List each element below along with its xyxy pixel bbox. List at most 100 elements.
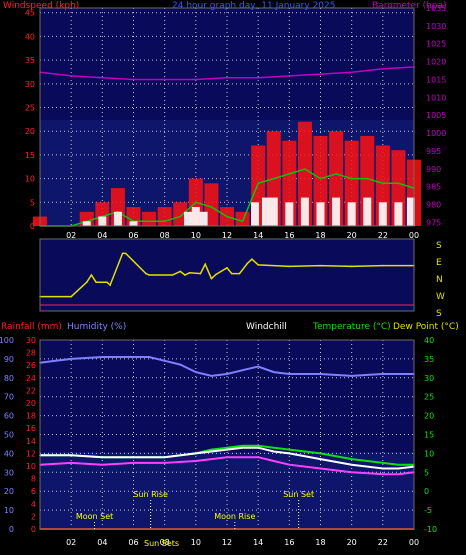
windspeed-tick-label: 5	[30, 198, 35, 207]
barometer-tick-label: 1015	[426, 75, 446, 84]
barometer-tick-label: 1000	[426, 129, 446, 138]
temperature-series-point	[288, 452, 291, 455]
temperature-series-point	[382, 467, 384, 470]
barometer-tick-label: 975	[426, 218, 441, 227]
temperature-series-point	[195, 460, 197, 462]
barometer-tick-label: 985	[426, 183, 441, 192]
weather-graph-svg: 02 04 06 08 10 12 14 16 18 20 22 000510152025303540…	[0, 1, 459, 548]
barometer-tick-label: 1030	[426, 22, 446, 31]
temperature-series-point	[397, 473, 400, 475]
temperature-series-point	[226, 456, 228, 458]
temperature-series-point	[350, 458, 353, 460]
temperature-series-point	[257, 445, 259, 447]
temperature-tick-label: -5	[424, 506, 432, 515]
wind-direction-point	[382, 264, 384, 267]
temperature-series-point	[101, 356, 104, 358]
wind-series-point	[226, 215, 228, 218]
rainfall-tick-label: 28	[26, 349, 36, 358]
annotation-label: Sun Set	[283, 490, 314, 499]
temperature-series-point	[195, 371, 197, 373]
wind-direction-point	[70, 295, 72, 298]
wind-series-point	[257, 76, 259, 79]
humidity-tick-label: 50	[4, 431, 14, 440]
temperature-series-point	[101, 456, 104, 458]
annotation-label: Moon Rise	[214, 512, 255, 521]
humidity-tick-label: 20	[4, 487, 14, 496]
wind-series-point	[366, 177, 369, 180]
temperature-series-point	[70, 454, 72, 457]
temperature-series-point	[257, 365, 259, 368]
annotation-label: Moon Set	[76, 512, 113, 521]
temperature-axis-label: Temperature (°C)	[312, 322, 391, 332]
temperature-x-tick-label: 16	[284, 538, 294, 547]
wind-direction-point	[215, 273, 217, 276]
wind-series-point	[132, 78, 135, 81]
wind-direction-point	[319, 264, 322, 267]
annotation-label: Sun Sets	[144, 539, 179, 548]
wind-speed-bar	[269, 197, 278, 226]
temperature-series-point	[101, 463, 104, 466]
wind-speed-bar	[82, 221, 91, 226]
temperature-x-tick-label: 18	[315, 538, 325, 547]
rainfall-tick-label: 24	[26, 374, 36, 383]
wind-series-point	[195, 201, 197, 204]
wind-series-point	[382, 182, 384, 185]
temperature-series-point	[272, 460, 275, 462]
temperature-series-point	[132, 462, 135, 464]
wind-speed-bar	[184, 211, 193, 226]
rainfall-tick-label: 10	[26, 462, 36, 471]
wind-series-point	[272, 177, 275, 180]
temperature-series-point	[272, 371, 275, 373]
direction-compass-labels: SENWS	[436, 241, 445, 319]
temperature-series-point	[350, 463, 353, 466]
temperature-series-point	[350, 471, 353, 474]
temperature-series-point	[241, 369, 244, 372]
annotation-label: Sun Rise	[133, 490, 168, 499]
wind-direction-point	[288, 265, 291, 268]
rainfall-tick-label: 26	[26, 361, 36, 370]
temperature-tick-label: 20	[424, 412, 434, 421]
humidity-tick-label: 90	[4, 355, 14, 364]
temperature-series-point	[148, 356, 150, 358]
rainfall-tick-label: 8	[31, 475, 36, 484]
wind-chart-title: 24 hour graph day, 11 January 2025	[172, 1, 335, 11]
windspeed-tick-label: 30	[25, 80, 35, 89]
wind-series-point	[101, 76, 104, 79]
temperature-series-point	[382, 473, 384, 475]
wind-speed-bar	[347, 202, 356, 226]
wind-series-point	[257, 182, 259, 185]
wind-speed-bar	[378, 202, 387, 226]
windspeed-axis-label: Windspeed (kph)	[3, 1, 79, 11]
windspeed-tick-label: 15	[25, 151, 35, 160]
wind-series-point	[382, 67, 384, 70]
wind-speed-bar	[316, 202, 325, 226]
barometer-tick-label: 1010	[426, 93, 446, 102]
humidity-tick-label: 60	[4, 412, 14, 421]
wind-direction-point	[148, 274, 150, 276]
temperature-series-point	[163, 462, 166, 464]
temperature-series-point	[132, 456, 135, 458]
wind-speed-bar	[261, 197, 270, 226]
wind-direction-point	[188, 272, 191, 274]
wind-speed-bar	[98, 216, 107, 226]
temperature-tick-label: 15	[424, 431, 434, 440]
temperature-x-tick-label: 14	[253, 538, 263, 547]
temperature-series-point	[272, 450, 275, 453]
barometer-tick-label: 1005	[426, 111, 446, 120]
temperature-series-point	[288, 373, 291, 375]
wind-series-point	[148, 220, 150, 223]
temperature-tick-label: -10	[424, 525, 437, 534]
compass-label: S	[436, 241, 442, 251]
temperature-series-point	[226, 448, 228, 451]
compass-label: N	[436, 275, 443, 285]
temperature-series-point	[397, 463, 400, 466]
temperature-series-point	[382, 373, 384, 375]
windspeed-tick-label: 10	[25, 175, 35, 184]
windspeed-tick-label: 0	[30, 222, 35, 231]
direction-plot-background	[40, 239, 414, 311]
rainfall-tick-label: 18	[26, 412, 36, 421]
wind-speed-bar	[300, 197, 309, 226]
temperature-series-point	[226, 373, 228, 375]
barometer-axis-label: Barometer (hpa)	[372, 1, 447, 11]
wind-series-point	[179, 215, 182, 218]
